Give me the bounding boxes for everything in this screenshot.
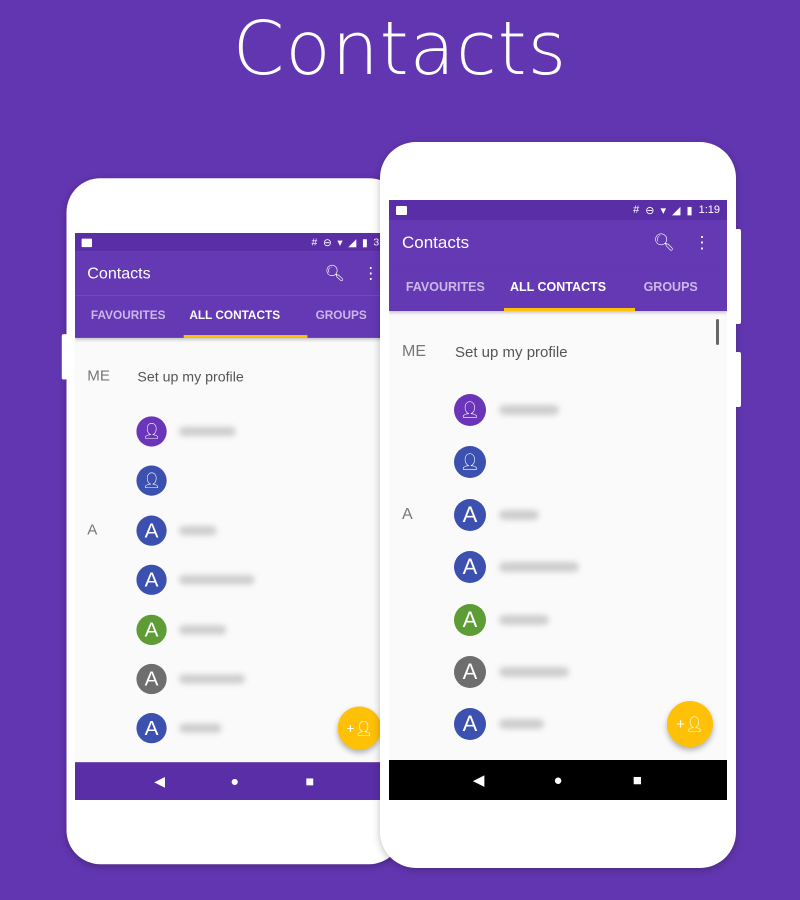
- contact-row[interactable]: 👤︎: [75, 407, 394, 456]
- phone: # ⊖ ▾ ◢ ▮ 3:4 Contacts 🔍︎ ⋮ FAVOURITES A…: [61, 178, 403, 865]
- search-icon[interactable]: 🔍︎: [652, 233, 676, 253]
- avatar: A: [136, 663, 167, 695]
- home-icon[interactable]: ●: [216, 773, 254, 789]
- contact-row[interactable]: 👤︎: [389, 436, 727, 488]
- contact-name-blurred: [178, 575, 255, 585]
- setup-profile-label: Set up my profile: [137, 368, 244, 385]
- search-icon[interactable]: 🔍︎: [324, 264, 347, 283]
- recents-icon[interactable]: ■: [291, 773, 329, 789]
- screen: # ⊖ ▾ ◢ ▮ 1:19 Contacts 🔍︎ ⋮ FAVOURITES …: [389, 200, 727, 800]
- tab-favourites[interactable]: FAVOURITES: [75, 295, 181, 338]
- side-button: [735, 352, 741, 407]
- tab-bar: FAVOURITES ALL CONTACTS GROUPS: [389, 266, 727, 311]
- contact-row[interactable]: AA: [75, 506, 394, 555]
- contact-name-blurred: [499, 405, 559, 415]
- app-title: Contacts: [87, 264, 151, 283]
- contact-name-blurred: [178, 723, 222, 734]
- tab-bar: FAVOURITES ALL CONTACTS GROUPS: [75, 295, 395, 338]
- contact-name-blurred: [499, 509, 539, 520]
- avatar: A: [454, 603, 486, 636]
- side-button: [735, 229, 741, 324]
- person-avatar-icon: 👤︎: [136, 465, 167, 497]
- contact-name-blurred: [178, 525, 217, 536]
- setup-profile-label: Set up my profile: [455, 343, 568, 361]
- signal-icon: ◢: [672, 204, 681, 217]
- phone: # ⊖ ▾ ◢ ▮ 1:19 Contacts 🔍︎ ⋮ FAVOURITES …: [380, 142, 741, 868]
- more-vert-icon[interactable]: ⋮: [690, 233, 714, 253]
- avatar: A: [454, 498, 486, 531]
- side-button: [61, 334, 68, 380]
- contact-row[interactable]: A: [75, 555, 394, 604]
- image-notification-icon: [81, 238, 93, 247]
- home-icon[interactable]: ●: [538, 772, 578, 789]
- status-bar: # ⊖ ▾ ◢ ▮ 3:4: [75, 233, 395, 252]
- wifi-icon: ▾: [337, 237, 343, 249]
- add-contact-button[interactable]: +👤︎: [667, 701, 713, 747]
- avatar: A: [136, 713, 167, 744]
- contact-name-blurred: [499, 562, 579, 573]
- contact-name-blurred: [178, 624, 227, 635]
- contact-name-blurred: [499, 719, 544, 730]
- contact-name-blurred: [499, 614, 549, 625]
- tab-all-contacts[interactable]: ALL CONTACTS: [502, 266, 615, 311]
- setup-profile-row[interactable]: ME Set up my profile: [389, 326, 727, 378]
- contact-row[interactable]: 👤︎: [389, 384, 727, 436]
- app-bar: Contacts 🔍︎ ⋮: [389, 220, 727, 266]
- add-person-icon: +👤︎: [676, 716, 704, 733]
- hash-icon: #: [311, 236, 318, 249]
- contact-row[interactable]: A: [75, 605, 394, 654]
- contact-row[interactable]: A: [389, 594, 727, 646]
- contact-name-blurred: [499, 667, 569, 677]
- add-person-icon: +👤︎: [346, 720, 373, 737]
- tab-groups[interactable]: GROUPS: [614, 266, 727, 311]
- contact-row[interactable]: AA: [389, 489, 727, 541]
- contact-row[interactable]: A: [75, 654, 394, 703]
- hash-icon: #: [633, 204, 640, 216]
- contact-name-blurred: [178, 426, 236, 437]
- dnd-icon: ⊖: [322, 237, 332, 249]
- wifi-icon: ▾: [660, 204, 667, 217]
- contact-list: ME Set up my profile 👤︎ 👤︎ A A A A A A +👤︎: [389, 311, 727, 760]
- avatar: A: [454, 656, 486, 688]
- battery-icon: ▮: [361, 237, 368, 249]
- status-time: 1:19: [698, 204, 720, 216]
- section-label-a: A: [402, 505, 413, 523]
- app-title: Contacts: [402, 233, 470, 252]
- avatar: A: [136, 614, 167, 645]
- back-icon[interactable]: ◀: [459, 771, 499, 789]
- status-bar: # ⊖ ▾ ◢ ▮ 1:19: [389, 200, 727, 220]
- battery-icon: ▮: [686, 204, 693, 217]
- person-avatar-icon: 👤︎: [136, 416, 167, 447]
- dnd-icon: ⊖: [645, 204, 655, 217]
- contact-list: ME Set up my profile 👤︎ 👤︎ A A A A A A +👤︎: [75, 338, 394, 762]
- headline: Contacts: [232, 6, 568, 92]
- contact-row[interactable]: 👤︎: [75, 456, 394, 505]
- recents-icon[interactable]: ■: [617, 772, 657, 789]
- screen: # ⊖ ▾ ◢ ▮ 3:4 Contacts 🔍︎ ⋮ FAVOURITES A…: [75, 233, 395, 800]
- person-avatar-icon: 👤︎: [454, 446, 486, 479]
- contact-name-blurred: [178, 674, 246, 684]
- image-notification-icon: [396, 205, 407, 215]
- add-contact-button[interactable]: +👤︎: [337, 706, 382, 750]
- person-avatar-icon: 👤︎: [454, 394, 486, 426]
- avatar: A: [136, 515, 167, 546]
- more-vert-icon[interactable]: ⋮: [359, 264, 382, 283]
- app-bar: Contacts 🔍︎ ⋮: [75, 251, 395, 296]
- section-label-me: ME: [402, 343, 426, 360]
- nav-bar: ◀ ● ■: [389, 760, 727, 800]
- setup-profile-row[interactable]: ME Set up my profile: [75, 352, 394, 401]
- contact-row[interactable]: A: [389, 646, 727, 698]
- tab-groups[interactable]: GROUPS: [288, 295, 394, 338]
- avatar: A: [136, 564, 167, 596]
- signal-icon: ◢: [348, 237, 357, 249]
- tab-all-contacts[interactable]: ALL CONTACTS: [181, 295, 287, 338]
- avatar: A: [454, 708, 486, 741]
- section-label-a: A: [87, 521, 98, 539]
- tab-favourites[interactable]: FAVOURITES: [389, 266, 502, 311]
- contact-row[interactable]: A: [389, 541, 727, 593]
- section-label-me: ME: [87, 368, 110, 385]
- back-icon[interactable]: ◀: [141, 773, 179, 790]
- nav-bar: ◀ ● ■: [75, 762, 395, 800]
- avatar: A: [454, 551, 486, 584]
